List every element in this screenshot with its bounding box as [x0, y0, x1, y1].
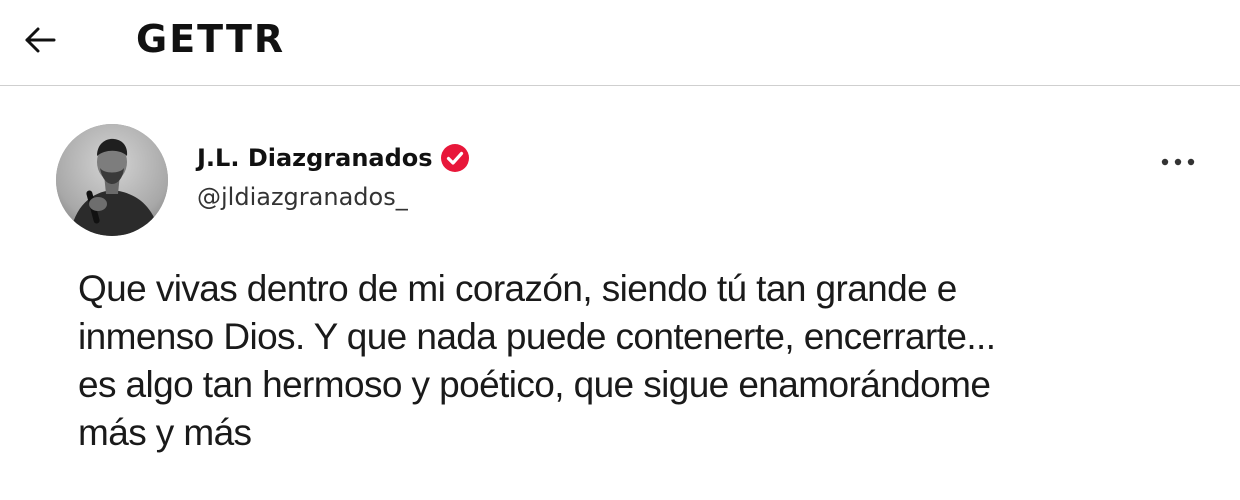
more-horizontal-icon — [1161, 158, 1195, 166]
author-handle[interactable]: @jldiazgranados_ — [197, 181, 408, 213]
post: J.L. Diazgranados @jldiazgranados_ Que v… — [0, 87, 1240, 500]
arrow-left-icon — [25, 27, 56, 53]
top-navigation-bar: GETTR — [0, 0, 1240, 86]
avatar[interactable] — [56, 124, 168, 236]
post-text: Que vivas dentro de mi corazón, siendo t… — [78, 268, 996, 453]
back-button[interactable] — [20, 20, 60, 60]
more-options-button[interactable] — [1156, 147, 1200, 177]
verified-badge-icon — [441, 144, 469, 172]
app-title: GETTR — [136, 17, 286, 61]
author-display-name[interactable]: J.L. Diazgranados — [197, 142, 433, 174]
profile-photo — [56, 124, 168, 236]
